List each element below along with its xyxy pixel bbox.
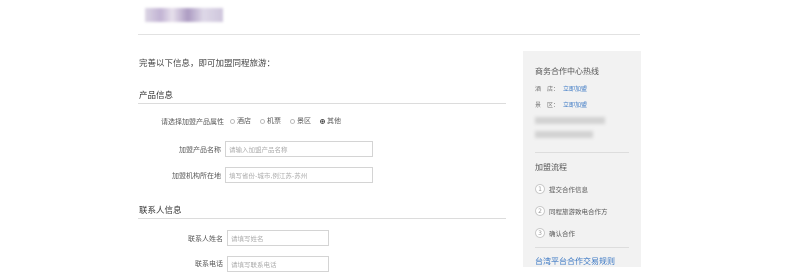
process-title: 加盟流程 (535, 163, 567, 172)
process-step: 2 同程旅游致电合作方 (535, 206, 608, 216)
contact-phone-label: 联系电话 (195, 260, 223, 268)
radio-checked-icon (320, 118, 325, 124)
process-step: 3 确认合作 (535, 228, 575, 238)
product-name-input[interactable]: 请输入加盟产品名称 (225, 141, 373, 157)
step-number: 2 (535, 206, 545, 216)
sidebar-divider (535, 247, 629, 248)
radio-scenic-label: 景区 (297, 117, 311, 125)
contact-phone-input[interactable]: 请填写联系电话 (227, 256, 329, 272)
process-step: 1 提交合作信息 (535, 184, 588, 194)
radio-circle-icon (230, 118, 235, 124)
hotel-contact-line: 酒 店： 立即加盟 (535, 84, 587, 93)
contact-section-divider (138, 218, 506, 219)
location-label: 加盟机构所在地 (172, 172, 221, 180)
attribute-label: 请选择加盟产品属性 (161, 118, 224, 126)
hotel-label: 酒 店： (535, 86, 560, 93)
step-number: 1 (535, 184, 545, 194)
hotline-title: 商务合作中心热线 (535, 67, 599, 76)
radio-scenic[interactable]: 景区 (290, 116, 311, 126)
radio-circle-icon (290, 118, 295, 124)
radio-flight[interactable]: 机票 (260, 116, 281, 126)
step-number: 3 (535, 228, 545, 238)
contact-section-title: 联系人信息 (139, 206, 182, 216)
product-section-divider (138, 103, 506, 104)
site-logo[interactable] (145, 8, 223, 22)
contact-name-input[interactable]: 请填写姓名 (227, 230, 329, 246)
radio-other[interactable]: 其他 (320, 116, 341, 126)
header-divider (138, 34, 640, 35)
scenic-contact-line: 景 区： 立即加盟 (535, 100, 587, 109)
intro-text: 完善以下信息，即可加盟同程旅游： (139, 59, 276, 69)
sidebar-divider (535, 152, 629, 153)
radio-flight-label: 机票 (267, 117, 281, 125)
radio-other-label: 其他 (327, 117, 341, 125)
radio-hotel[interactable]: 酒店 (230, 116, 251, 126)
rules-link[interactable]: 台湾平台合作交易规则 (535, 256, 615, 267)
radio-circle-icon (260, 118, 265, 124)
redacted-contact-info (535, 131, 593, 138)
step-label: 同程旅游致电合作方 (549, 208, 608, 216)
contact-name-label: 联系人姓名 (188, 235, 223, 243)
product-name-label: 加盟产品名称 (179, 146, 221, 154)
scenic-join-link[interactable]: 立即加盟 (563, 100, 587, 109)
radio-hotel-label: 酒店 (237, 117, 251, 125)
redacted-contact-info (535, 117, 605, 124)
attribute-radio-group: 酒店 机票 景区 其他 (230, 116, 341, 126)
scenic-label: 景 区： (535, 102, 560, 109)
product-section-title: 产品信息 (139, 91, 174, 101)
location-input[interactable]: 填写省份-城市,例江苏-苏州 (225, 167, 373, 183)
hotel-join-link[interactable]: 立即加盟 (563, 84, 587, 93)
step-label: 确认合作 (549, 230, 575, 238)
step-label: 提交合作信息 (549, 186, 588, 194)
